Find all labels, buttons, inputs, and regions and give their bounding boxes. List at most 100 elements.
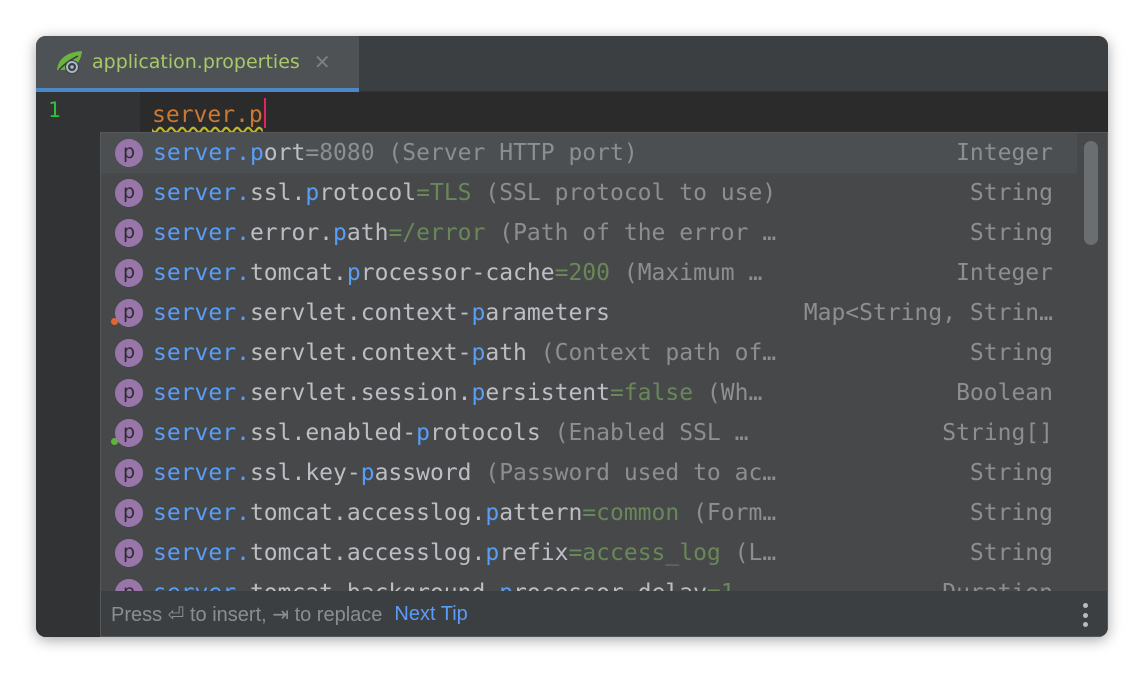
type-label: Integer — [956, 260, 1053, 286]
match-text: p — [416, 420, 430, 446]
completion-item[interactable]: p server.ssl.key-password (Password used … — [101, 453, 1077, 493]
prefix-text: server. — [153, 260, 250, 286]
tab-label: application.properties — [92, 51, 300, 73]
suffix-text: arameters — [485, 300, 610, 326]
match-text: p — [305, 180, 320, 206]
type-label: Map<String, Strin… — [803, 300, 1053, 326]
path-text: servlet.context- — [249, 300, 472, 326]
prefix-text: server. — [153, 220, 250, 246]
match-text: p — [485, 540, 500, 566]
path-text: ssl. — [249, 180, 306, 206]
completion-text: server.ssl.protocol=TLS (SSL protocol to… — [153, 173, 776, 213]
prefix-text: server. — [153, 380, 250, 406]
default-value: =200 — [554, 260, 610, 286]
match-text: p — [249, 140, 264, 166]
completion-item[interactable]: p server.ssl.enabled-protocols (Enabled S… — [101, 413, 1077, 453]
prefix-text: server. — [153, 540, 250, 566]
suffix-text: attern — [499, 500, 583, 526]
suffix-text: assword — [374, 460, 472, 486]
completion-footer: Press ⏎ to insert, ⇥ to replace Next Tip — [101, 591, 1107, 636]
scrollbar-thumb[interactable] — [1084, 141, 1098, 245]
completion-text: server.ssl.key-password (Password used t… — [153, 453, 776, 493]
path-text: ssl.enabled- — [249, 420, 417, 446]
prefix-text: server. — [153, 580, 250, 591]
completion-text: server.tomcat.accesslog.pattern=common (… — [153, 493, 776, 533]
completion-text: server.tomcat.processor-cache=200 (Maxim… — [153, 253, 762, 293]
type-label: String — [969, 220, 1053, 246]
path-text: servlet.session. — [249, 380, 472, 406]
property-icon: p — [115, 259, 143, 287]
completion-item[interactable]: p server.tomcat.accesslog.prefix=access_l… — [101, 533, 1077, 573]
match-text: p — [360, 460, 375, 486]
type-label: String — [969, 500, 1053, 526]
path-text: error. — [249, 220, 334, 246]
completion-list: p server.port=8080 (Server HTTP port) Inte… — [101, 133, 1077, 591]
property-icon: p — [115, 219, 143, 247]
property-icon: p — [115, 539, 143, 567]
typed-text: server.p — [152, 102, 263, 128]
description-text: (Enabled SSL … — [540, 420, 749, 446]
completion-item[interactable]: p server.servlet.session.persistent=false… — [101, 373, 1077, 413]
completion-text: server.tomcat.accesslog.prefix=access_lo… — [153, 533, 776, 573]
property-icon: p — [115, 459, 143, 487]
prefix-text: server. — [153, 300, 250, 326]
completion-text: server.servlet.context-path (Context pat… — [153, 333, 776, 373]
completion-item[interactable]: p server.ssl.protocol=TLS (SSL protocol t… — [101, 173, 1077, 213]
match-text: p — [333, 220, 347, 246]
completion-item[interactable]: p server.tomcat.processor-cache=200 (Maxi… — [101, 253, 1077, 293]
line-number: 1 — [48, 98, 61, 122]
suffix-text: ath — [346, 220, 389, 246]
completion-item[interactable]: pserver.tomcat.background-processor-dela… — [101, 573, 1077, 591]
ide-window: application.properties ✕ 1 server.p p ser… — [36, 36, 1108, 637]
description-text: (SSL protocol to use) — [471, 180, 777, 206]
completion-item[interactable]: p server.port=8080 (Server HTTP port) Inte… — [101, 133, 1077, 173]
match-text: p — [346, 260, 361, 286]
insert-hint: Press ⏎ to insert, ⇥ to replace — [111, 604, 383, 626]
path-text: ssl.key- — [249, 460, 361, 486]
default-value: =TLS — [416, 180, 472, 206]
description-text: (Maximum … — [610, 260, 763, 286]
property-icon: p — [115, 579, 143, 591]
description-text: (L… — [720, 540, 777, 566]
tab-application-properties[interactable]: application.properties ✕ — [36, 36, 359, 92]
type-label: String[] — [942, 420, 1053, 446]
default-value: =common — [582, 500, 680, 526]
path-text: servlet.context- — [249, 340, 472, 366]
description-text: (Wh… — [693, 380, 763, 406]
next-tip-link[interactable]: Next Tip — [394, 603, 467, 626]
match-text: p — [485, 500, 500, 526]
suffix-text: rocessor-cache — [360, 260, 555, 286]
completion-item[interactable]: p server.servlet.context-path (Context pa… — [101, 333, 1077, 373]
property-icon: p — [115, 499, 143, 527]
prefix-text: server. — [153, 420, 250, 446]
close-icon[interactable]: ✕ — [314, 50, 331, 74]
suffix-text: ersistent — [485, 380, 610, 406]
completion-item[interactable]: p server.servlet.context-parameters Map<St… — [101, 293, 1077, 333]
default-value: =/error — [388, 220, 486, 246]
match-text: p — [499, 580, 513, 591]
editor-line[interactable]: server.p — [152, 98, 266, 128]
suffix-text: rocessor-delay — [513, 580, 707, 591]
text-caret — [263, 98, 266, 128]
spring-leaf-icon — [54, 48, 86, 76]
completion-text: server.servlet.session.persistent=false … — [153, 373, 762, 413]
property-icon: p — [115, 339, 143, 367]
property-icon: p — [115, 379, 143, 407]
completion-item[interactable]: p server.tomcat.accesslog.pattern=common … — [101, 493, 1077, 533]
description-text: (Path of the error … — [485, 220, 777, 246]
type-label: Duration — [942, 573, 1053, 591]
type-label: Boolean — [956, 380, 1053, 406]
description-text: (Password used to ac… — [471, 460, 777, 486]
type-label: String — [969, 180, 1053, 206]
completion-text: server.error.path=/error (Path of the er… — [153, 213, 776, 253]
description-text: =8080 (Server HTTP port) — [305, 140, 638, 166]
suffix-text: rotocols — [429, 420, 541, 446]
completion-item[interactable]: p server.error.path=/error (Path of the e… — [101, 213, 1077, 253]
more-vertical-icon[interactable] — [1083, 603, 1089, 627]
default-value: =access_log — [568, 540, 721, 566]
description-text: (Context path of… — [526, 340, 777, 366]
editor-tab-bar: application.properties ✕ — [36, 36, 1108, 92]
type-label: String — [969, 540, 1053, 566]
completion-text: server.port=8080 (Server HTTP port) — [153, 133, 638, 173]
suffix-text: refix — [499, 540, 569, 566]
